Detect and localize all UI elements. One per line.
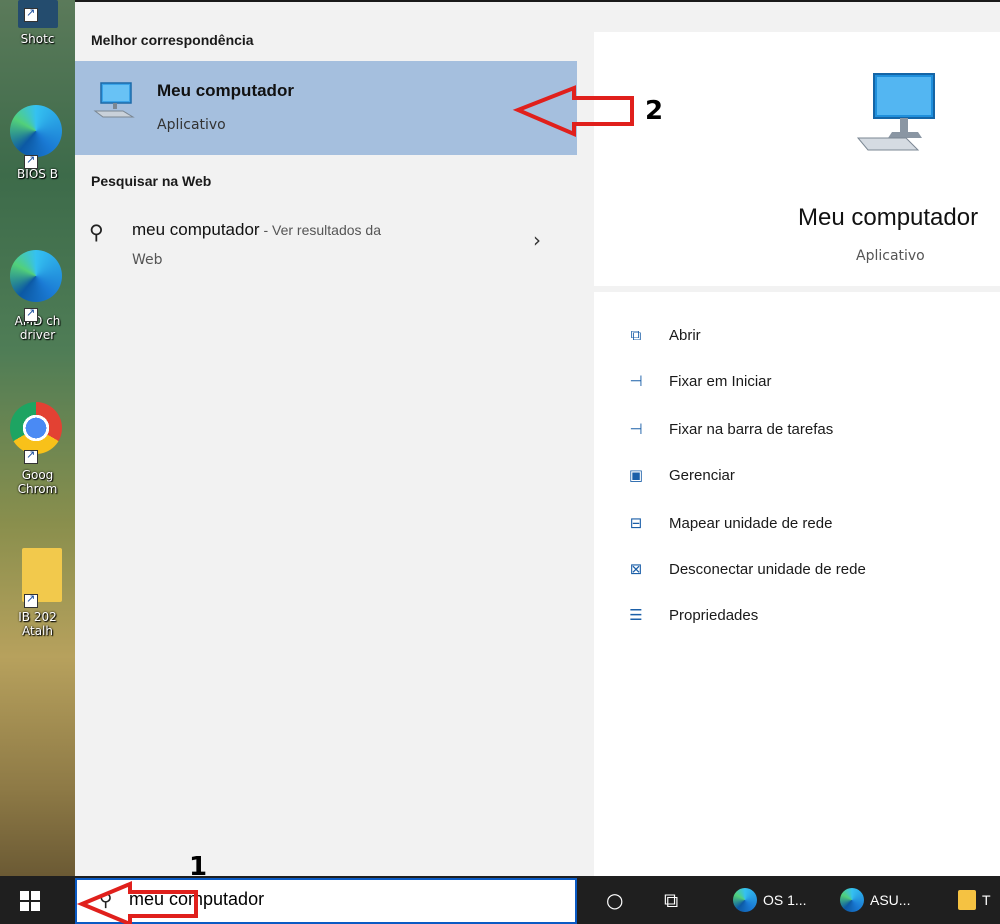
chevron-right-icon[interactable]: ›: [533, 228, 541, 252]
shortcut-arrow-icon: [24, 592, 38, 608]
taskbar-app-label: T: [982, 892, 991, 908]
action-label: Gerenciar: [669, 466, 735, 484]
web-query-text: meu computador: [132, 220, 260, 239]
shortcut-arrow-icon: [24, 306, 38, 322]
disconnect-drive-icon: ⊠: [629, 560, 643, 578]
action-map-drive[interactable]: ⊟ Mapear unidade de rede: [625, 510, 833, 536]
action-open[interactable]: ⧉ Abrir: [625, 322, 701, 348]
manage-icon: ▣: [628, 466, 644, 484]
desktop-icon-chrome[interactable]: Goog Chrom: [0, 402, 75, 496]
taskbar-app-edge-1[interactable]: OS 1...: [733, 886, 807, 914]
desktop-icon-label: Shotc: [20, 32, 55, 46]
computer-icon: [93, 82, 135, 118]
desktop-icon-ib[interactable]: IB 202 Atalh: [0, 548, 75, 638]
best-match-type: Aplicativo: [157, 117, 226, 133]
web-query-suffix-line2: Web: [132, 252, 163, 268]
shortcut-arrow-icon: [24, 153, 38, 169]
desktop-icon-label: BIOS B: [17, 167, 58, 181]
shortcut-arrow-icon: [24, 6, 38, 22]
properties-icon: ☰: [629, 606, 643, 624]
best-match-item[interactable]: Meu computador Aplicativo: [75, 61, 577, 155]
action-pin-taskbar[interactable]: ⊣ Fixar na barra de tarefas: [625, 416, 833, 442]
app-detail-card: Meu computador Aplicativo: [594, 32, 1000, 286]
edge-icon: [10, 250, 62, 302]
action-label: Propriedades: [669, 606, 759, 624]
cortana-icon[interactable]: ○: [606, 888, 623, 912]
map-drive-icon: ⊟: [629, 514, 643, 532]
desktop-icon-label: Chrom: [17, 482, 58, 496]
desktop-icon-shotcut[interactable]: Shotc: [0, 0, 75, 46]
web-search-heading: Pesquisar na Web: [91, 173, 212, 189]
desktop-icon-amd[interactable]: AMD ch driver: [0, 250, 75, 342]
pin-taskbar-icon: ⊣: [629, 420, 643, 438]
app-detail-panel: Meu computador Aplicativo ⧉ Abrir ⊣ Fixa…: [577, 10, 1000, 876]
web-search-result[interactable]: ⚲ meu computador - Ver resultados da Web…: [75, 210, 577, 280]
step-1-label: 1: [189, 852, 208, 882]
search-input[interactable]: [129, 889, 549, 910]
edge-icon: [840, 888, 864, 912]
best-match-name: Meu computador: [157, 81, 294, 100]
action-label: Mapear unidade de rede: [669, 514, 833, 532]
search-flyout-top-border: [75, 0, 1000, 10]
desktop-icon-label: Goog: [21, 468, 54, 482]
app-detail-type: Aplicativo: [856, 248, 925, 264]
action-label: Abrir: [669, 326, 701, 344]
task-view-icon[interactable]: ⧉: [664, 888, 678, 912]
action-disconnect-drive[interactable]: ⊠ Desconectar unidade de rede: [625, 556, 866, 582]
windows-start-icon[interactable]: [20, 891, 40, 911]
action-label: Desconectar unidade de rede: [669, 560, 866, 578]
action-properties[interactable]: ☰ Propriedades: [625, 602, 758, 628]
edge-icon: [10, 105, 62, 157]
search-icon: ⚲: [89, 220, 104, 244]
best-match-heading: Melhor correspondência: [91, 32, 254, 48]
pin-icon: ⊣: [629, 372, 643, 390]
computer-large-icon: [856, 73, 935, 151]
shortcut-arrow-icon: [24, 448, 38, 464]
taskbar-app-explorer[interactable]: T: [958, 886, 991, 914]
search-results-panel: Melhor correspondência Meu computador Ap…: [75, 10, 577, 876]
taskbar-app-edge-2[interactable]: ASU...: [840, 886, 910, 914]
taskbar-search-box[interactable]: ⚲: [75, 878, 577, 924]
chrome-icon: [10, 402, 62, 454]
desktop-icon-label: IB 202: [18, 610, 57, 624]
taskbar-app-label: OS 1...: [763, 892, 807, 908]
action-pin-start[interactable]: ⊣ Fixar em Iniciar: [625, 368, 772, 394]
edge-icon: [733, 888, 757, 912]
desktop-icons-strip: Shotc BIOS B AMD ch driver Goog Chrom IB…: [0, 0, 75, 876]
web-search-query: meu computador - Ver resultados da: [132, 220, 381, 240]
desktop-icon-bios[interactable]: BIOS B: [0, 105, 75, 181]
web-query-suffix: - Ver resultados da: [259, 222, 381, 238]
action-label: Fixar na barra de tarefas: [669, 420, 834, 438]
app-detail-name: Meu computador: [798, 204, 979, 231]
action-manage[interactable]: ▣ Gerenciar: [625, 462, 735, 488]
taskbar-app-label: ASU...: [870, 892, 911, 908]
desktop-icon-label: Atalh: [22, 624, 53, 638]
taskbar: ⚲ ○ ⧉ OS 1... ASU... T: [0, 876, 1000, 924]
desktop-icon-label: driver: [19, 328, 56, 342]
step-2-label: 2: [645, 96, 664, 126]
folder-icon: [958, 890, 976, 910]
action-label: Fixar em Iniciar: [669, 372, 772, 390]
search-icon: ⚲: [99, 890, 113, 911]
open-icon: ⧉: [630, 326, 642, 344]
